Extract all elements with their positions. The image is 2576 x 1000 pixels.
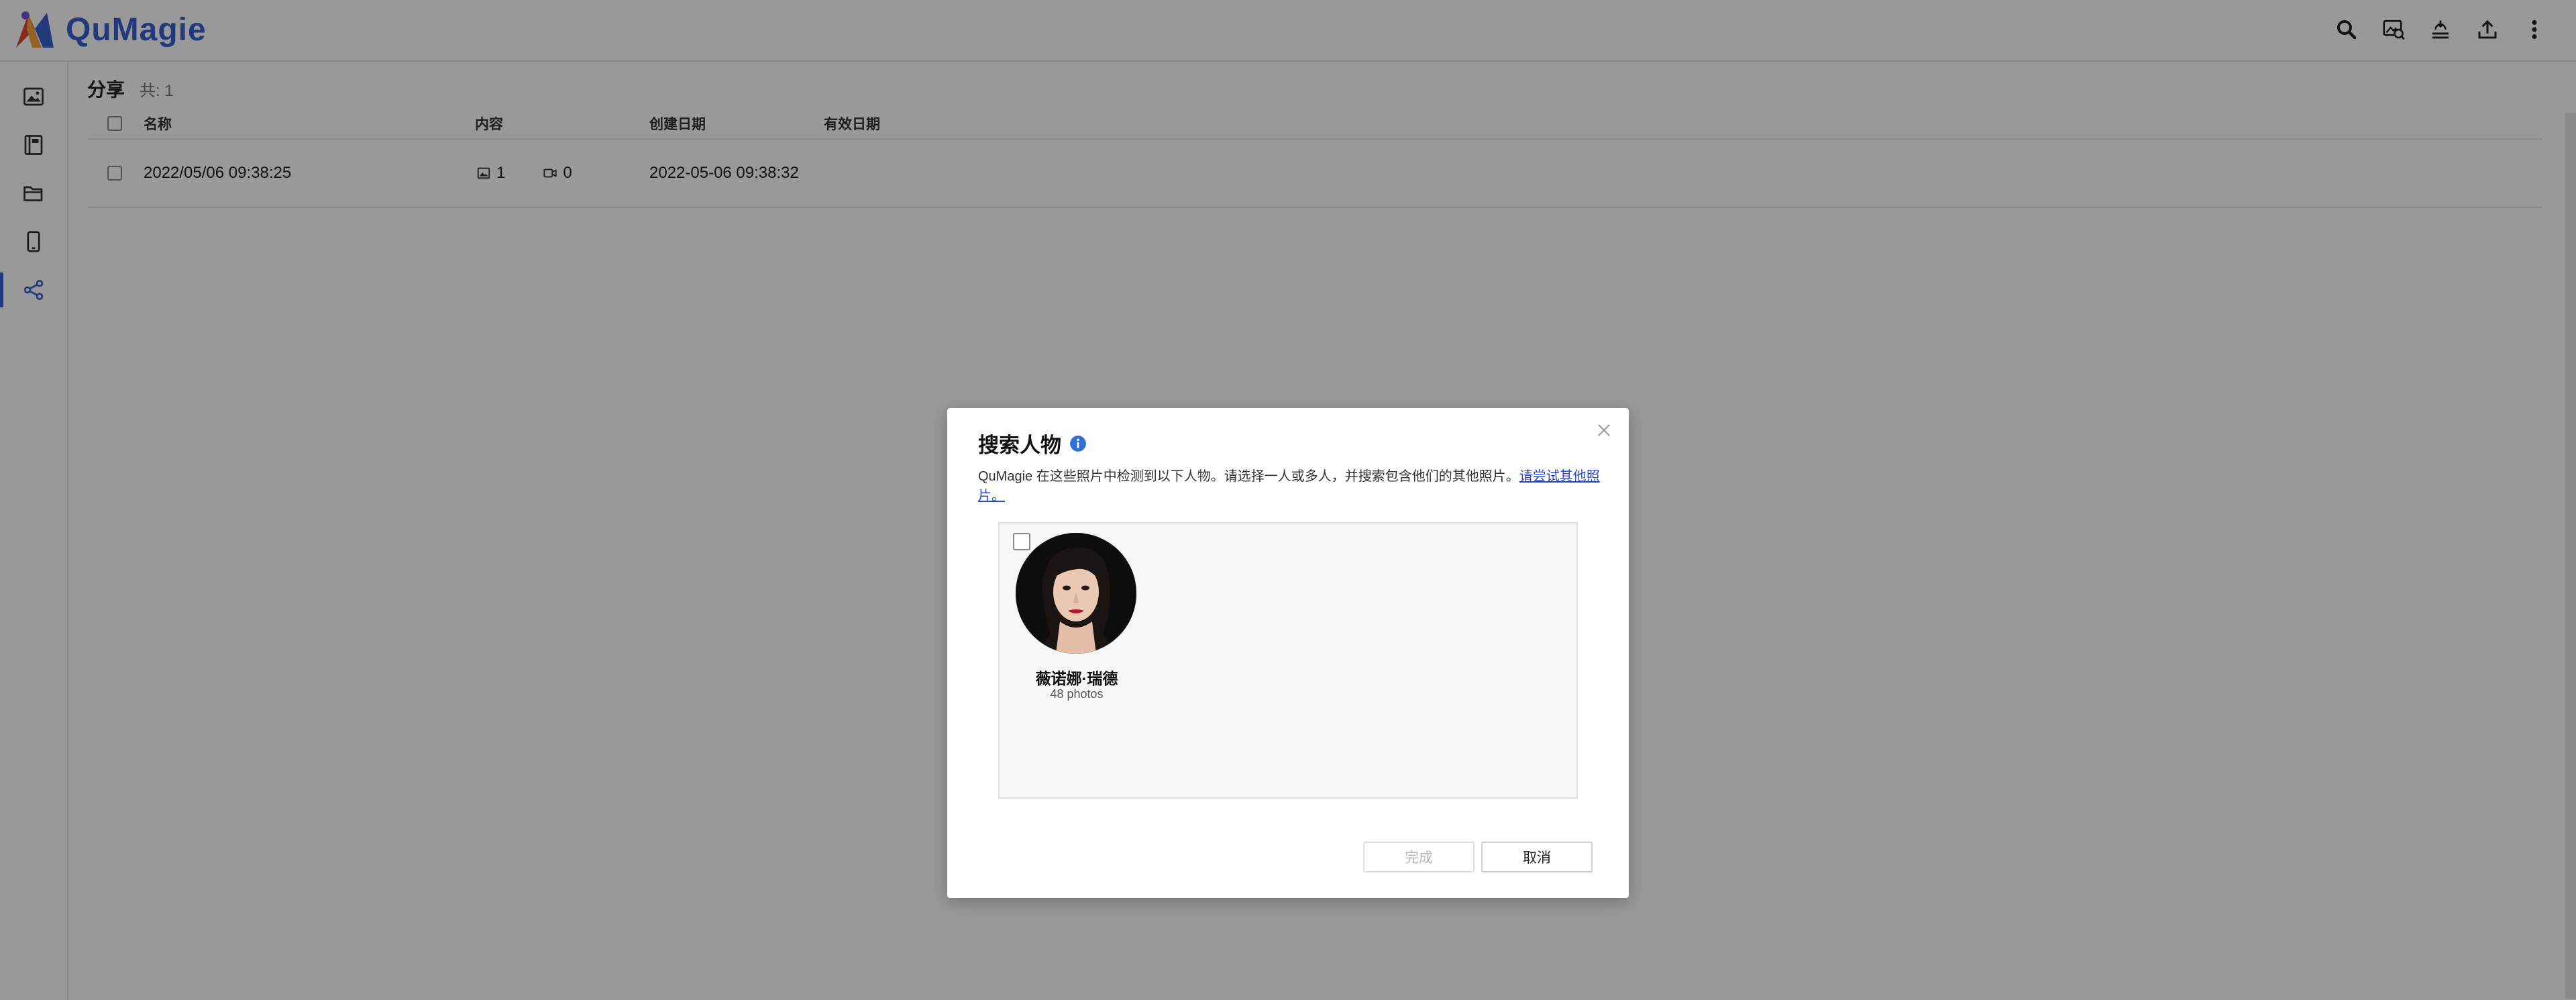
done-button[interactable]: 完成: [1363, 842, 1474, 872]
close-icon: [1598, 424, 1610, 436]
person-avatar[interactable]: [1016, 533, 1136, 654]
dialog-header: 搜索人物: [978, 428, 1087, 458]
face-thumbnail-icon: [1016, 533, 1136, 654]
dialog-title: 搜索人物: [978, 434, 1061, 457]
dialog-description: QuMagie 在这些照片中检测到以下人物。请选择一人或多人，并搜索包含他们的其…: [978, 467, 1602, 506]
person-name: 薇诺娜·瑞德: [1035, 670, 1118, 687]
info-icon[interactable]: [1069, 435, 1087, 452]
person-checkbox[interactable]: [1013, 533, 1030, 550]
person-photo-count: 48 photos: [1050, 687, 1104, 701]
close-button[interactable]: [1593, 419, 1615, 442]
cancel-button[interactable]: 取消: [1481, 842, 1593, 872]
search-people-dialog: 搜索人物 QuMagie 在这些照片中检测到以下人物。请选择一人或多人，并搜索包…: [947, 408, 1629, 898]
description-text: QuMagie 在这些照片中检测到以下人物。请选择一人或多人，并搜索包含他们的其…: [978, 469, 1519, 484]
people-list: 薇诺娜·瑞德 48 photos: [998, 522, 1578, 799]
